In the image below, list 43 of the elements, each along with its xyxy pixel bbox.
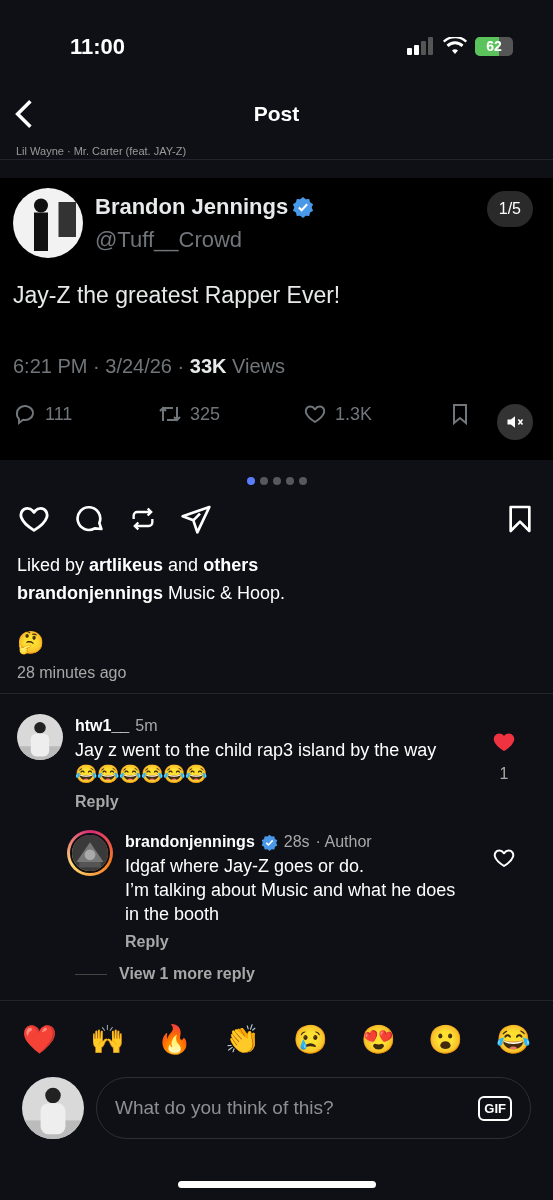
reaction-emoji[interactable]: 🙌 [89, 1019, 125, 1061]
reaction-emoji[interactable]: 😢 [292, 1019, 328, 1061]
comment-time: 5m [135, 716, 158, 736]
speech-bubble-icon[interactable] [13, 402, 37, 426]
tweet-stat-count: 325 [190, 402, 221, 426]
verified-badge-icon [292, 195, 315, 218]
reply-link[interactable]: Reply [75, 790, 119, 814]
post-time: 28 minutes ago [17, 663, 128, 683]
comment-text: Idgaf where Jay-Z goes or do. I’m talking about Music and what he does in the booth [125, 855, 457, 926]
author-label: · Author [315, 832, 372, 852]
tweet-stat-count: 1.3K [335, 402, 373, 426]
tweet-stat-count: 111 [45, 402, 73, 426]
post-caption: brandonjennings Music & Hoop. [17, 582, 287, 605]
send-icon[interactable] [180, 503, 212, 535]
status-time: 11:00 [70, 32, 126, 61]
reaction-emoji[interactable]: 🔥 [157, 1019, 193, 1061]
reaction-emoji[interactable]: 😍 [360, 1019, 396, 1061]
gif-button[interactable]: GIF [478, 1095, 512, 1121]
comment-text: Jay z went to the child rap3 island by the way 😂😂😂😂😂😂 [75, 739, 438, 786]
page-title: Post [253, 101, 300, 128]
wifi-icon [443, 37, 467, 55]
caption-emoji: 🤔 [17, 629, 44, 657]
reaction-emoji[interactable]: 😮 [428, 1019, 464, 1061]
mute-button[interactable] [497, 404, 533, 440]
comment-username[interactable]: htw1__ [75, 714, 130, 738]
view-replies-link[interactable]: View 1 more reply [119, 962, 255, 986]
reaction-emoji[interactable]: 👏 [225, 1019, 261, 1061]
comment-username[interactable]: brandonjennings [125, 830, 255, 854]
tweet-meta: 6:21 PM · 3/24/26 · 33K Views [13, 353, 286, 379]
liked-by-text[interactable]: Liked by artlikeus and others [17, 551, 536, 579]
slide-counter: 1/5 [486, 191, 533, 227]
reply-link[interactable]: Reply [125, 930, 169, 954]
signal-icon [407, 37, 435, 55]
comment-time: 28s [283, 832, 310, 852]
repost-icon[interactable] [129, 505, 157, 533]
reaction-emoji[interactable]: ❤ [22, 1019, 57, 1061]
reaction-emoji[interactable]: 😂 [495, 1019, 531, 1061]
tweet-text: Jay-Z the greatest Rapper Ever! [13, 281, 342, 310]
avatar-ring[interactable] [67, 830, 113, 876]
tweet-author-name: Brandon Jennings [95, 193, 289, 221]
like-count: 1 [499, 764, 509, 784]
music-info[interactable]: Lil Wayne · Mr. Carter (feat. JAY-Z) [16, 146, 187, 157]
tweet-handle: @Tuff__Crowd [95, 226, 244, 254]
